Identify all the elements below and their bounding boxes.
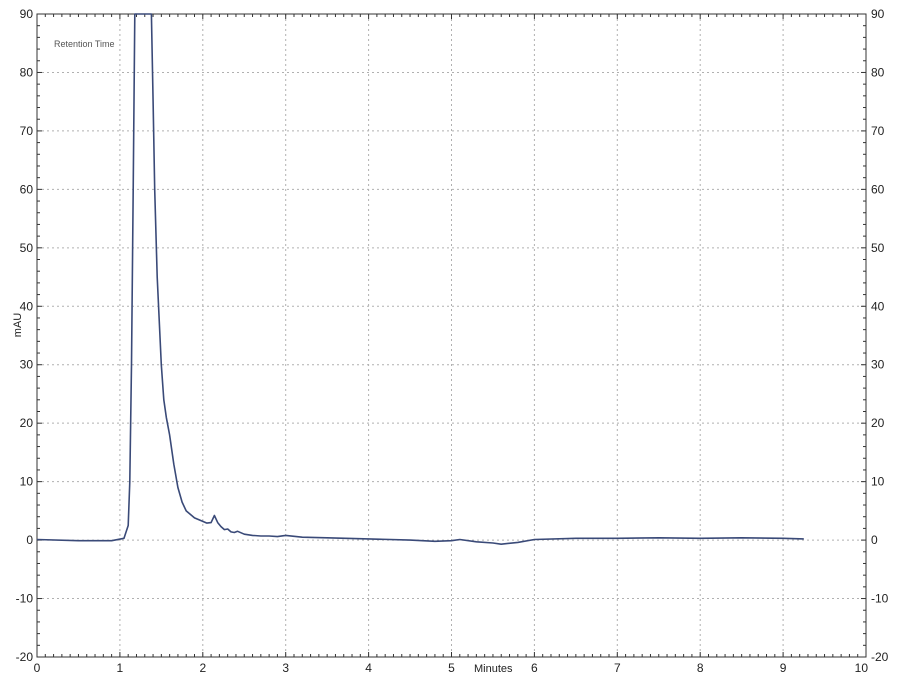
x-tick-label: 5 [448,661,455,675]
y-tick-label-right: 70 [871,124,885,138]
y-tick-label: 10 [20,475,34,489]
y-tick-label-right: 40 [871,299,885,313]
y-tick-label: 20 [20,416,34,430]
chromatogram-trace [36,13,804,545]
y-tick-label: 60 [20,182,34,196]
y-tick-label-right: 50 [871,241,885,255]
x-tick-label: 1 [117,661,124,675]
x-tick-label: 6 [531,661,538,675]
x-tick-labels: 0 1 2 3 4 5 6 7 8 9 10 [34,661,869,675]
y-tick-label-right: 20 [871,416,885,430]
y-tick-label-right: -20 [871,650,889,664]
y-tick-label: 80 [20,65,34,79]
y-tick-label: 30 [20,358,34,372]
y-tick-label: 90 [20,7,34,21]
y-tick-label: 70 [20,124,34,138]
x-tick-label: 2 [199,661,206,675]
y-axis-label: mAU [12,313,24,338]
y-tick-label-right: 90 [871,7,885,21]
x-tick-label: 0 [34,661,41,675]
y-tick-label: 40 [20,299,34,313]
y-tick-label-right: -10 [871,592,889,606]
x-tick-label: 10 [855,661,869,675]
right-y-tick-labels: -20 -10 0 10 20 30 40 50 60 70 80 90 [871,7,889,664]
y-tick-label-right: 30 [871,358,885,372]
x-tick-label: 8 [697,661,704,675]
y-tick-label: 0 [26,533,33,547]
x-tick-label: 3 [282,661,289,675]
y-tick-label-right: 80 [871,65,885,79]
y-tick-label-right: 10 [871,475,885,489]
chromatogram-chart: -20-100102030405060708090 -20-1001020304… [12,7,889,675]
y-tick-label: 50 [20,241,34,255]
y-tick-label: -20 [16,650,34,664]
x-tick-label: 7 [614,661,621,675]
y-tick-label-right: 60 [871,182,885,196]
y-tick-label: -10 [16,592,34,606]
x-axis-label: Minutes [474,663,513,675]
grid-lines [37,14,866,657]
x-tick-label: 4 [365,661,372,675]
x-tick-label: 9 [780,661,787,675]
legend-label: Retention Time [54,39,115,49]
y-tick-label-right: 0 [871,533,878,547]
